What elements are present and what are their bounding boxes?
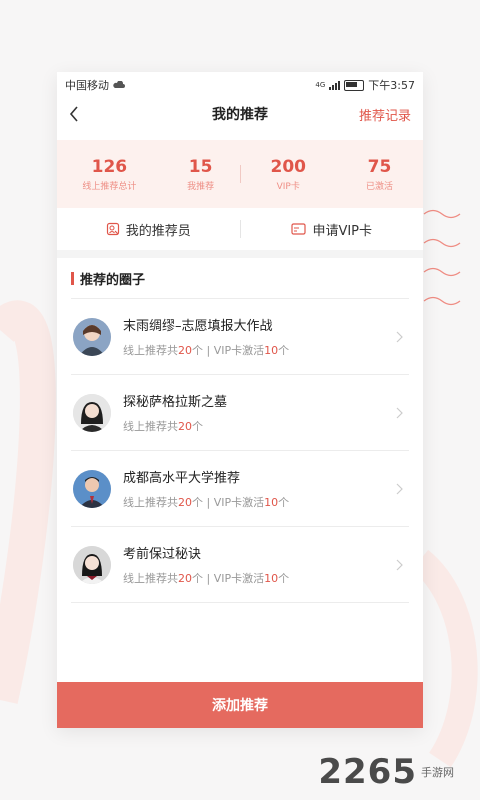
- circle-stats: 线上推荐共20个: [123, 418, 396, 434]
- stat-label: VIP卡: [276, 181, 300, 192]
- circle-list-item[interactable]: 成都高水平大学推荐 线上推荐共20个 | VIP卡激活10个: [71, 451, 409, 527]
- action-bar: 我的推荐员 申请VIP卡: [57, 208, 423, 250]
- section-title: 推荐的圈子: [80, 272, 146, 288]
- online-unit: 个: [192, 420, 203, 433]
- stat-label: 我推荐: [187, 181, 215, 192]
- circle-list: 末雨绸缪–志愿填报大作战 线上推荐共20个 | VIP卡激活10个 探秘萨格拉斯…: [71, 298, 409, 603]
- vip-prefix: VIP卡激活: [213, 344, 265, 357]
- online-prefix: 线上推荐共: [123, 420, 178, 433]
- carrier-label: 中国移动: [65, 79, 109, 92]
- phone-screen: 中国移动 4G 下午3:57 我的推荐 推荐记录 126 线上推荐总计 15 我…: [57, 72, 423, 728]
- stat-value: 75: [367, 156, 392, 177]
- site-watermark: 2265 手游网: [318, 752, 454, 792]
- circle-stats: 线上推荐共20个 | VIP卡激活10个: [123, 570, 396, 586]
- vip-card-icon: [291, 223, 307, 235]
- stats-panel: 126 线上推荐总计 15 我推荐 200 VIP卡 75 已激活: [57, 140, 423, 208]
- apply-vip-card-label: 申请VIP卡: [312, 223, 373, 239]
- circle-list-item[interactable]: 探秘萨格拉斯之墓 线上推荐共20个: [71, 375, 409, 451]
- vip-prefix: VIP卡激活: [213, 572, 265, 585]
- stat-value: 200: [270, 156, 306, 177]
- online-unit: 个: [192, 344, 203, 357]
- watermark-site: 手游网: [421, 766, 454, 779]
- back-button[interactable]: [69, 102, 89, 126]
- header: 我的推荐 推荐记录: [57, 98, 423, 130]
- circle-stats: 线上推荐共20个 | VIP卡激活10个: [123, 494, 396, 510]
- online-prefix: 线上推荐共: [123, 344, 178, 357]
- vip-unit: 个: [278, 496, 290, 509]
- vip-count: 10: [264, 572, 279, 585]
- online-count: 20: [178, 344, 192, 357]
- separator: |: [203, 344, 214, 357]
- signal-icon: [329, 80, 341, 90]
- separator: |: [203, 496, 214, 509]
- stat-activated: 75 已激活: [366, 157, 393, 192]
- online-unit: 个: [192, 496, 203, 509]
- status-bar: 中国移动 4G 下午3:57: [57, 72, 423, 98]
- avatar: [73, 393, 111, 432]
- stat-value: 126: [91, 156, 128, 177]
- avatar: [73, 469, 111, 508]
- circle-name: 末雨绸缪–志愿填报大作战: [123, 319, 273, 334]
- network-label: 4G: [315, 81, 326, 89]
- online-count: 20: [178, 496, 192, 509]
- watermark-number: 2265: [318, 752, 417, 792]
- avatar: [73, 545, 111, 584]
- section-header: 推荐的圈子: [57, 258, 423, 298]
- chevron-right-icon: [396, 483, 403, 494]
- chevron-right-icon: [396, 559, 403, 570]
- stat-vip-card: 200 VIP卡: [270, 157, 306, 192]
- online-count: 20: [178, 572, 192, 585]
- circle-name: 考前保过秘诀: [123, 547, 202, 562]
- clock-label: 下午3:57: [368, 79, 415, 92]
- cloud-icon: [113, 81, 125, 88]
- stat-value: 15: [188, 156, 213, 177]
- stat-online-total: 126 线上推荐总计: [82, 157, 136, 192]
- circle-list-item[interactable]: 考前保过秘诀 线上推荐共20个 | VIP卡激活10个: [71, 527, 409, 603]
- my-recommenders-button[interactable]: 我的推荐员: [57, 220, 240, 239]
- online-count: 20: [178, 420, 192, 433]
- stat-label: 线上推荐总计: [82, 181, 137, 192]
- recommend-records-link[interactable]: 推荐记录: [359, 105, 411, 124]
- section-gap: [57, 250, 423, 258]
- separator: |: [203, 572, 214, 585]
- circle-name: 成都高水平大学推荐: [123, 471, 241, 486]
- circle-list-item[interactable]: 末雨绸缪–志愿填报大作战 线上推荐共20个 | VIP卡激活10个: [71, 299, 409, 375]
- online-prefix: 线上推荐共: [123, 572, 178, 585]
- vip-count: 10: [264, 344, 279, 357]
- avatar: [73, 317, 111, 356]
- online-prefix: 线上推荐共: [123, 496, 178, 509]
- add-recommend-button[interactable]: 添加推荐: [57, 682, 423, 728]
- chevron-right-icon: [396, 407, 403, 418]
- section-accent-bar: [71, 271, 74, 285]
- online-unit: 个: [192, 572, 203, 585]
- circle-name: 探秘萨格拉斯之墓: [123, 395, 228, 410]
- battery-icon: [344, 79, 365, 91]
- vip-count: 10: [264, 496, 279, 509]
- circle-stats: 线上推荐共20个 | VIP卡激活10个: [123, 342, 396, 358]
- stat-my-recommend: 15 我推荐: [187, 157, 214, 192]
- recommender-icon: [106, 222, 119, 236]
- vip-unit: 个: [278, 572, 290, 585]
- chevron-left-icon: [69, 106, 78, 122]
- my-recommenders-label: 我的推荐员: [125, 223, 191, 239]
- vip-unit: 个: [278, 344, 290, 357]
- apply-vip-card-button[interactable]: 申请VIP卡: [241, 220, 424, 239]
- chevron-right-icon: [396, 331, 403, 342]
- stat-label: 已激活: [365, 181, 393, 192]
- vip-prefix: VIP卡激活: [213, 496, 265, 509]
